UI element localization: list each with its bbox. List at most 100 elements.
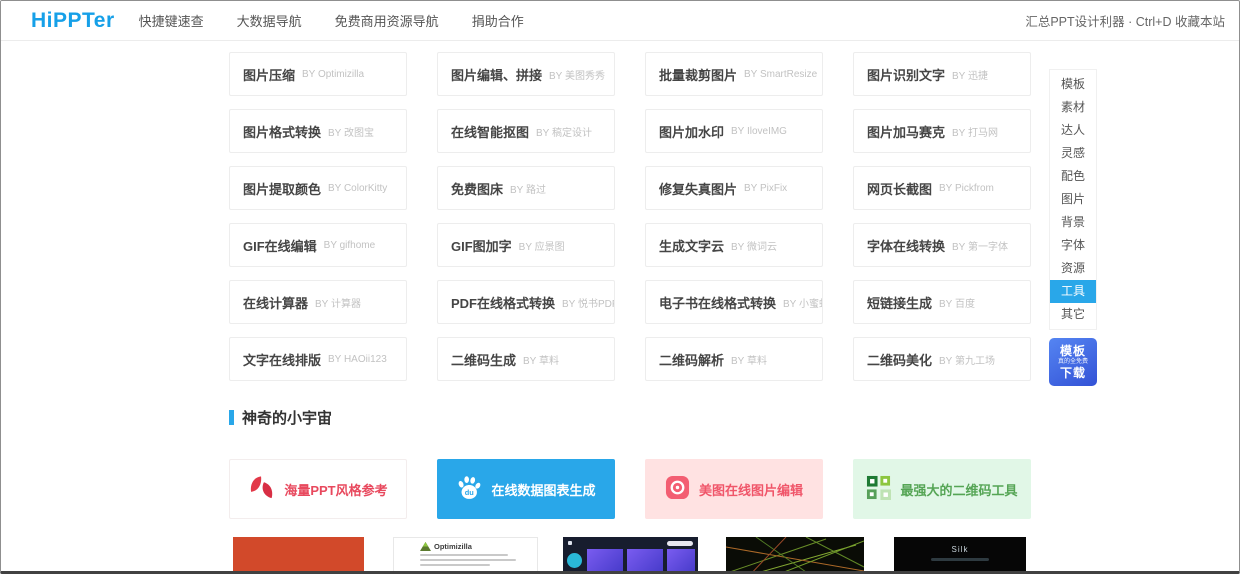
- tool-card[interactable]: 电子书在线格式转换 BY 小蜜蜂: [645, 280, 823, 324]
- tool-card[interactable]: 图片加水印 BY IloveIMG: [645, 109, 823, 153]
- tool-card[interactable]: 修复失真图片 BY PixFix: [645, 166, 823, 210]
- tool-name: 二维码生成: [451, 352, 517, 368]
- sidebar-item[interactable]: 配色: [1050, 165, 1096, 188]
- sidebar-item[interactable]: 素材: [1050, 96, 1096, 119]
- tool-name: 二维码解析: [659, 352, 725, 368]
- text-line: [420, 554, 508, 556]
- silk-label: Silk: [951, 545, 969, 554]
- tool-card[interactable]: 字体在线转换 BY 第一字体: [853, 223, 1031, 267]
- sidebar-item[interactable]: 模板: [1050, 73, 1096, 96]
- tool-card[interactable]: PDF在线格式转换 BY 悦书PDF: [437, 280, 615, 324]
- tool-card[interactable]: 图片提取颜色 BY ColorKitty: [229, 166, 407, 210]
- tool-name: PDF在线格式转换: [451, 295, 556, 311]
- tool-card[interactable]: GIF图加字 BY 应景图: [437, 223, 615, 267]
- tool-name: 文字在线排版: [243, 352, 322, 368]
- sidebar-item[interactable]: 灵感: [1050, 142, 1096, 165]
- sidebar-item[interactable]: 其它: [1050, 303, 1096, 326]
- tool-name: 图片编辑、拼接: [451, 67, 543, 83]
- tool-by-credit: BY 打马网: [952, 127, 998, 139]
- sidebar-item[interactable]: 背景: [1050, 211, 1096, 234]
- feature-label: 海量PPT风格参考: [284, 482, 388, 498]
- purple-gallery-site-thumbnail[interactable]: [563, 537, 698, 571]
- tool-card[interactable]: 图片编辑、拼接 BY 美图秀秀: [437, 52, 615, 96]
- petal-logo-icon: [248, 474, 275, 504]
- mountain-icon: [420, 542, 431, 551]
- sidebar-item[interactable]: 工具: [1050, 280, 1096, 303]
- tool-card[interactable]: 网页长截图 BY Pickfrom: [853, 166, 1031, 210]
- tool-by-credit: BY HAOii123: [328, 353, 387, 365]
- top-nav: 快捷键速查 大数据导航 免费商用资源导航 捐助合作: [139, 11, 524, 30]
- tool-by-credit: BY 应景图: [518, 241, 565, 253]
- tool-card[interactable]: 图片压缩 BY Optimizilla: [229, 52, 407, 96]
- tool-by-credit: BY gifhome: [323, 239, 376, 251]
- tool-by-credit: BY 微词云: [731, 241, 777, 253]
- meitu-camera-icon: [665, 475, 690, 503]
- tool-name: GIF图加字: [451, 238, 512, 254]
- tool-by-credit: BY SmartResize: [744, 68, 818, 80]
- tool-by-credit: BY 第九工场: [939, 355, 995, 367]
- nav-item-free-resources[interactable]: 免费商用资源导航: [335, 11, 439, 30]
- tool-card[interactable]: 二维码生成 BY 草料: [437, 337, 615, 381]
- svg-text:du: du: [465, 488, 475, 497]
- tool-card[interactable]: 图片加马赛克 BY 打马网: [853, 109, 1031, 153]
- sidebar-item[interactable]: 资源: [1050, 257, 1096, 280]
- sidebar-item[interactable]: 字体: [1050, 234, 1096, 257]
- tool-card[interactable]: 图片格式转换 BY 改图宝: [229, 109, 407, 153]
- tool-name: 在线计算器: [243, 295, 309, 311]
- tool-name: 二维码美化: [867, 352, 933, 368]
- tool-by-credit: BY 改图宝: [328, 127, 374, 139]
- mini-button: [667, 541, 693, 546]
- tool-by-credit: BY 稿定设计: [536, 127, 592, 139]
- feature-online-chart-generator[interactable]: du 在线数据图表生成: [437, 459, 615, 519]
- gallery-tile: [667, 549, 695, 571]
- optimizilla-site-thumbnail[interactable]: Optimizilla: [393, 537, 538, 571]
- gallery-tile: [587, 549, 623, 571]
- sidebar-item[interactable]: 图片: [1050, 188, 1096, 211]
- tool-card[interactable]: 二维码解析 BY 草料: [645, 337, 823, 381]
- optimizilla-logo: Optimizilla: [420, 542, 537, 551]
- silk-site-thumbnail[interactable]: Silk: [894, 537, 1026, 571]
- feature-ppt-style-reference[interactable]: 海量PPT风格参考: [229, 459, 407, 519]
- tool-card[interactable]: 短链接生成 BY 百度: [853, 280, 1031, 324]
- feature-meitu-online-editor[interactable]: 美图在线图片编辑: [645, 459, 823, 519]
- tool-card[interactable]: 免费图床 BY 路过: [437, 166, 615, 210]
- nav-item-donate[interactable]: 捐助合作: [472, 11, 524, 30]
- orange-cover-thumbnail[interactable]: [233, 537, 364, 571]
- tool-card[interactable]: 在线智能抠图 BY 稿定设计: [437, 109, 615, 153]
- tool-name: 图片压缩: [243, 67, 296, 83]
- light-streaks-art-thumbnail[interactable]: [726, 537, 864, 571]
- tool-name: 图片提取颜色: [243, 181, 322, 197]
- tool-by-credit: BY ColorKitty: [328, 182, 388, 194]
- tool-card[interactable]: 在线计算器 BY 计算器: [229, 280, 407, 324]
- tool-by-credit: BY 路过: [510, 184, 546, 196]
- tool-name: 网页长截图: [867, 181, 933, 197]
- nav-item-bigdata-nav[interactable]: 大数据导航: [237, 11, 302, 30]
- site-logo[interactable]: HiPPTer: [31, 9, 115, 33]
- feature-cards: 海量PPT风格参考 du 在线数据图表生成 美图在线图片编辑 最强大的二维码工具: [229, 459, 1031, 519]
- tool-card[interactable]: 图片识别文字 BY 迅捷: [853, 52, 1031, 96]
- tool-name: 免费图床: [451, 181, 504, 197]
- tool-by-credit: BY Pickfrom: [939, 182, 994, 194]
- tool-by-credit: BY IloveIMG: [731, 125, 787, 137]
- silk-subtitle-line: [931, 558, 989, 561]
- tool-card[interactable]: 批量裁剪图片 BY SmartResize: [645, 52, 823, 96]
- tool-name: 字体在线转换: [867, 238, 946, 254]
- tool-card[interactable]: 文字在线排版 BY HAOii123: [229, 337, 407, 381]
- badge-line2: 真的全免费: [1057, 359, 1088, 365]
- baidu-paw-icon: du: [456, 475, 482, 504]
- tool-by-credit: BY 第一字体: [952, 241, 1008, 253]
- tool-name: GIF在线编辑: [243, 238, 317, 254]
- tool-by-credit: BY PixFix: [744, 182, 788, 194]
- feature-label: 在线数据图表生成: [491, 482, 596, 498]
- tool-by-credit: BY 百度: [939, 298, 975, 310]
- header: HiPPTer 快捷键速查 大数据导航 免费商用资源导航 捐助合作 汇总PPT设…: [1, 1, 1239, 41]
- tool-card[interactable]: GIF在线编辑 BY gifhome: [229, 223, 407, 267]
- sidebar-item[interactable]: 达人: [1050, 119, 1096, 142]
- tool-name: 在线智能抠图: [451, 124, 530, 140]
- tool-card[interactable]: 生成文字云 BY 微词云: [645, 223, 823, 267]
- template-download-badge[interactable]: 模板 真的全免费 下载: [1049, 338, 1097, 386]
- tool-card[interactable]: 二维码美化 BY 第九工场: [853, 337, 1031, 381]
- feature-qrcode-tool[interactable]: 最强大的二维码工具: [853, 459, 1031, 519]
- tool-by-credit: BY 计算器: [315, 298, 361, 310]
- nav-item-shortcut-lookup[interactable]: 快捷键速查: [139, 11, 204, 30]
